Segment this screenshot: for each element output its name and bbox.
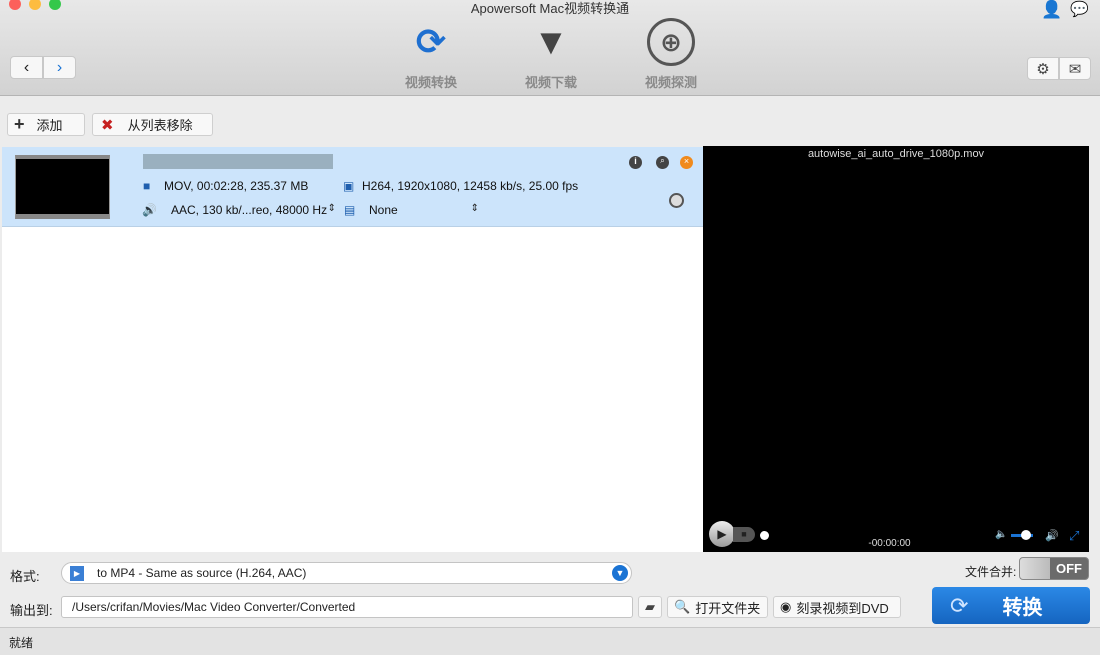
tab-video-detect[interactable]: ⊕ 视频探测: [631, 18, 711, 91]
convert-arrows-icon: ⟳: [415, 21, 447, 62]
folder-icon: ■: [143, 179, 151, 193]
audio-info: AAC, 130 kb/...reo, 48000 Hz: [171, 203, 328, 217]
subtitle-select[interactable]: None ⇕: [369, 203, 479, 217]
chat-icon[interactable]: 💬: [1070, 0, 1089, 18]
stepper-icon: ⇕: [327, 203, 336, 214]
audio-track-select[interactable]: AAC, 130 kb/...reo, 48000 Hz ⇕: [171, 203, 336, 217]
clock-icon[interactable]: [669, 193, 684, 208]
merge-label: 文件合并:: [965, 565, 1017, 579]
chevron-left-icon: ‹: [23, 58, 30, 76]
output-path: /Users/crifan/Movies/Mac Video Converter…: [72, 600, 356, 614]
status-bar: 就绪: [0, 627, 1100, 655]
output-label: 输出到:: [10, 603, 53, 618]
add-button[interactable]: + 添加: [7, 113, 85, 136]
folder-icon: ▰: [645, 599, 655, 614]
volume-high-icon: 🔊: [1045, 530, 1059, 542]
tab-label: 视频探测: [644, 75, 697, 90]
settings-button[interactable]: ⚙: [1027, 57, 1059, 80]
speaker-icon: 🔊: [142, 203, 157, 217]
file-row[interactable]: ■ MOV, 00:02:28, 235.37 MB ▣ H264, 1920x…: [2, 147, 703, 227]
video-thumbnail: [15, 155, 110, 219]
tab-label: 视频转换: [404, 75, 457, 90]
film-icon: ▣: [343, 179, 355, 193]
file-meta: MOV, 00:02:28, 235.37 MB: [164, 179, 309, 193]
format-value: to MP4 - Same as source (H.264, AAC): [97, 566, 307, 580]
chevron-down-icon: ▼: [612, 565, 628, 581]
close-icon[interactable]: ×: [680, 156, 693, 169]
feedback-button[interactable]: ✉: [1059, 57, 1091, 80]
toolbar: Apowersoft Mac视频转换通 ‹ › ⟳ 视频转换 ▼ 视频下载 ⊕ …: [0, 0, 1100, 96]
tab-video-download[interactable]: ▼ 视频下载: [511, 18, 591, 91]
filename-redacted: [143, 154, 333, 169]
remove-label: 从列表移除: [127, 118, 193, 133]
disc-icon: ◉: [780, 599, 792, 614]
film-download-icon: ▼: [533, 21, 569, 62]
subtitle-icon: ▤: [344, 203, 356, 217]
format-select[interactable]: ▶ to MP4 - Same as source (H.264, AAC) ▼: [61, 562, 632, 584]
burn-dvd-label: 刻录视频到DVD: [796, 600, 889, 616]
format-label: 格式:: [10, 569, 40, 584]
merge-toggle[interactable]: OFF: [1019, 557, 1089, 580]
chevron-right-icon: ›: [56, 58, 63, 76]
video-info: H264, 1920x1080, 12458 kb/s, 25.00 fps: [362, 179, 579, 193]
remove-from-list-button[interactable]: ✖ 从列表移除: [92, 113, 213, 136]
preview-filename: autowise_ai_auto_drive_1080p.mov: [807, 148, 985, 160]
browse-folder-button[interactable]: ▰: [638, 596, 662, 618]
fullscreen-icon[interactable]: ⤢: [1069, 528, 1079, 544]
open-folder-label: 打开文件夹: [695, 600, 761, 616]
convert-arrows-icon: ⟳: [950, 592, 969, 618]
back-button[interactable]: ‹: [10, 56, 43, 79]
search-icon[interactable]: ⌕: [656, 156, 669, 169]
x-icon: ✖: [101, 116, 114, 134]
speech-bubble-icon: ✉: [1068, 60, 1082, 78]
plus-icon: +: [14, 114, 25, 134]
burn-dvd-button[interactable]: ◉ 刻录视频到DVD: [773, 596, 901, 618]
volume-low-icon: 🔈: [995, 529, 1008, 540]
forward-button[interactable]: ›: [43, 56, 76, 79]
time-readout: -00:00:00: [868, 538, 911, 549]
user-icon[interactable]: 👤: [1041, 0, 1062, 20]
file-list[interactable]: ■ MOV, 00:02:28, 235.37 MB ▣ H264, 1920x…: [2, 147, 703, 552]
info-icon[interactable]: i: [629, 156, 642, 169]
video-preview: autowise_ai_auto_drive_1080p.mov ▶ ■ -00…: [703, 146, 1089, 552]
add-label: 添加: [36, 118, 63, 133]
status-text: 就绪: [9, 636, 34, 650]
mp4-file-icon: ▶: [70, 565, 84, 581]
tab-label: 视频下载: [524, 75, 577, 90]
open-folder-button[interactable]: 🔍 打开文件夹: [667, 596, 768, 618]
magnifier-icon: 🔍: [674, 599, 691, 614]
gear-icon: ⚙: [1036, 60, 1050, 78]
radar-icon: ⊕: [647, 18, 695, 66]
tab-video-convert[interactable]: ⟳ 视频转换: [391, 18, 471, 91]
convert-label: 转换: [1002, 597, 1043, 619]
stepper-icon: ⇕: [470, 203, 479, 214]
window-title: Apowersoft Mac视频转换通: [470, 1, 630, 16]
subtitle-value: None: [369, 203, 398, 217]
output-path-field[interactable]: /Users/crifan/Movies/Mac Video Converter…: [61, 596, 633, 618]
convert-button[interactable]: ⟳ 转换: [932, 587, 1090, 624]
volume-knob[interactable]: [1021, 530, 1031, 540]
toggle-state: OFF: [1056, 561, 1082, 576]
